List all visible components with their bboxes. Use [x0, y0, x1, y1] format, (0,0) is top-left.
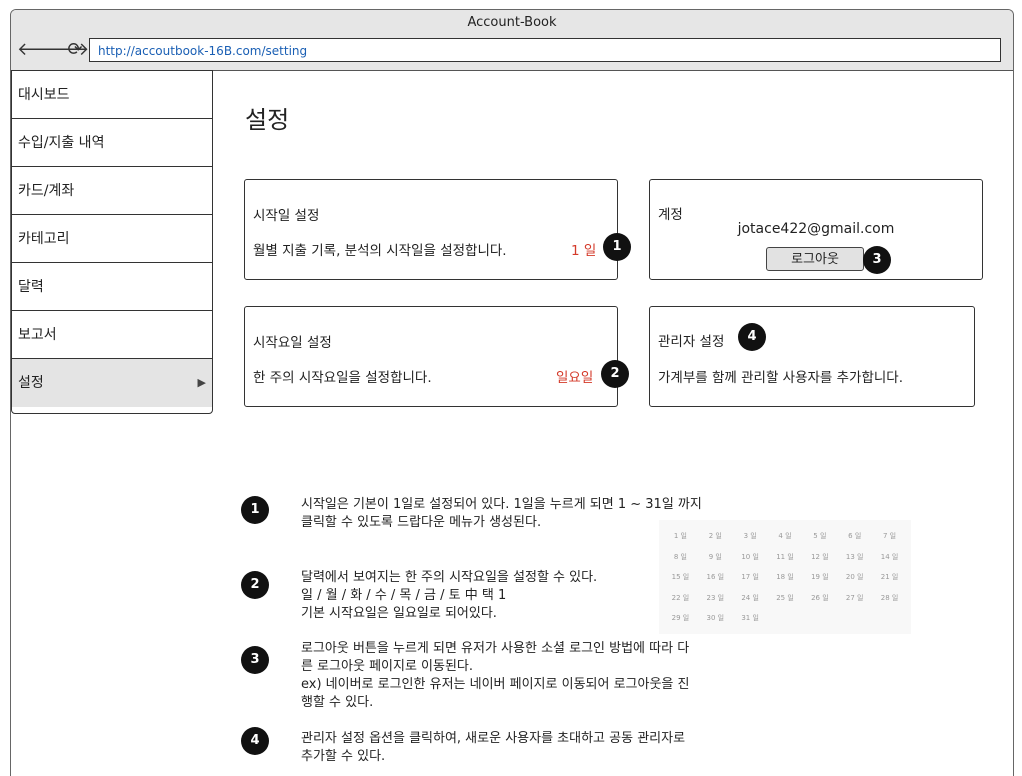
sidebar-item-settings[interactable]: 설정 ▶ [12, 359, 212, 407]
note-text: 관리자 설정 옵션을 클릭하여, 새로운 사용자를 초대하고 공동 관리자로 추… [301, 730, 751, 766]
day-option[interactable]: 2 일 [698, 526, 733, 547]
play-arrow-icon: ▶ [197, 376, 206, 389]
sidebar-item-dashboard[interactable]: 대시보드 [12, 71, 212, 119]
sidebar-item-category[interactable]: 카테고리 [12, 215, 212, 263]
address-bar[interactable]: http://accoutbook-16B.com/setting [89, 38, 1001, 62]
page-title: 설정 [245, 106, 290, 134]
day-option[interactable]: 5 일 [802, 526, 837, 547]
day-option[interactable]: 19 일 [802, 567, 837, 588]
note-line: 른 로그아웃 페이지로 이동된다. [301, 659, 474, 674]
card-title: 계정 [658, 207, 683, 223]
window-title: Account-Book [467, 15, 557, 30]
logout-button[interactable]: 로그아웃 [766, 247, 864, 271]
callout-badge: 3 [863, 246, 891, 274]
day-option[interactable]: 17 일 [733, 567, 768, 588]
sidebar-item-cards[interactable]: 카드/계좌 [12, 167, 212, 215]
day-option[interactable]: 1 일 [663, 526, 698, 547]
back-arrow-icon[interactable]: 🡐 [17, 40, 65, 60]
day-option[interactable]: 26 일 [802, 588, 837, 609]
day-option[interactable]: 27 일 [837, 588, 872, 609]
note-line: ex) 네이버로 로그인한 유저는 네이버 페이지로 이동되어 로그아웃을 진 [301, 677, 690, 692]
start-day-card: 시작일 설정 월별 지출 기록, 분석의 시작일을 설정합니다. 1 일 1 [244, 179, 631, 280]
day-option[interactable]: 28 일 [872, 588, 907, 609]
admin-card[interactable]: 관리자 설정 가계부를 함께 관리할 사용자를 추가합니다. 4 [649, 306, 975, 407]
start-day-dropdown[interactable]: 1 일 [571, 239, 596, 259]
day-grid: 1 일2 일3 일4 일5 일6 일7 일8 일9 일 10 일 11 일 12 일1… [659, 520, 911, 635]
forward-arrow-icon[interactable]: 🡒 [41, 40, 89, 60]
card-title: 시작일 설정 [253, 208, 320, 224]
note-line: 관리자 설정 옵션을 클릭하여, 새로운 사용자를 초대하고 공동 관리자로 [301, 731, 686, 746]
day-option[interactable]: 22 일 [663, 588, 698, 609]
day-option[interactable]: 23 일 [698, 588, 733, 609]
card-description: 월별 지출 기록, 분석의 시작일을 설정합니다. [253, 243, 507, 259]
browser-window: Account-Book 🡐 🡒 ⟳ http://accoutbook-16B… [10, 9, 1014, 776]
day-option[interactable]: 25 일 [768, 588, 803, 609]
card-description: 가계부를 함께 관리할 사용자를 추가합니다. [658, 370, 904, 386]
day-option[interactable]: 7 일 [872, 526, 907, 547]
sidebar-item-calendar[interactable]: 달력 [12, 263, 212, 311]
sidebar-item-report[interactable]: 보고서 [12, 311, 212, 359]
day-option[interactable]: 6 일 [837, 526, 872, 547]
day-option[interactable]: 18 일 [768, 567, 803, 588]
card-title: 관리자 설정 [658, 334, 725, 350]
title-bar: Account-Book 🡐 🡒 ⟳ http://accoutbook-16B… [11, 10, 1013, 71]
day-option[interactable]: 8 일 [663, 547, 698, 568]
card-description: 한 주의 시작요일을 설정합니다. [253, 370, 432, 386]
day-option[interactable]: 10 일 [733, 547, 768, 568]
nav-controls: 🡐 🡒 ⟳ [17, 40, 89, 60]
sidebar: 대시보드 수입/지출 내역 카드/계좌 카테고리 달력 보고서 설정 ▶ [11, 70, 213, 414]
callout-badge: 2 [601, 360, 629, 388]
note-line: 로그아웃 버튼을 누르게 되면 유저가 사용한 소셜 로그인 방법에 따라 다 [301, 641, 690, 656]
day-option[interactable]: 29 일 [663, 608, 698, 629]
start-weekday-dropdown[interactable]: 일요일 [556, 366, 593, 386]
callout-badge: 4 [738, 323, 766, 351]
reload-icon[interactable]: ⟳ [65, 40, 85, 60]
sidebar-item-label: 설정 [18, 375, 44, 391]
start-weekday-card: 시작요일 설정 한 주의 시작요일을 설정합니다. 일요일 2 [244, 306, 629, 407]
day-option[interactable]: 9 일 [698, 547, 733, 568]
note-text: 로그아웃 버튼을 누르게 되면 유저가 사용한 소셜 로그인 방법에 따라 다 … [301, 640, 751, 712]
note-line: 행할 수 있다. [301, 695, 374, 710]
day-option[interactable]: 20 일 [837, 567, 872, 588]
note-line: 시작일은 기본이 1일로 설정되어 있다. 1일을 누르게 되면 1 ~ 31일… [301, 497, 702, 512]
day-option[interactable]: 12 일 [802, 547, 837, 568]
day-option[interactable]: 15 일 [663, 567, 698, 588]
day-option[interactable]: 24 일 [733, 588, 768, 609]
day-option[interactable]: 21 일 [872, 567, 907, 588]
day-option[interactable]: 11 일 [768, 547, 803, 568]
day-option[interactable]: 3 일 [733, 526, 768, 547]
account-card: 계정 jotace422@gmail.com 로그아웃 3 [649, 179, 983, 280]
day-option[interactable]: 31 일 [733, 608, 768, 629]
day-option[interactable]: 16 일 [698, 567, 733, 588]
sidebar-item-history[interactable]: 수입/지출 내역 [12, 119, 212, 167]
note-badge: 1 [241, 496, 269, 524]
note-badge: 2 [241, 571, 269, 599]
day-option[interactable]: 4 일 [768, 526, 803, 547]
note-line: 추가할 수 있다. [301, 749, 386, 764]
callout-badge: 1 [603, 233, 631, 261]
day-option[interactable]: 14 일 [872, 547, 907, 568]
note-badge: 4 [241, 727, 269, 755]
card-title: 시작요일 설정 [253, 335, 332, 351]
day-option[interactable]: 30 일 [698, 608, 733, 629]
day-dropdown-preview: 1 일2 일3 일4 일5 일6 일7 일8 일9 일 10 일 11 일 12 일1… [659, 520, 911, 634]
note-badge: 3 [241, 646, 269, 674]
day-option[interactable]: 13 일 [837, 547, 872, 568]
account-email: jotace422@gmail.com [737, 221, 895, 237]
